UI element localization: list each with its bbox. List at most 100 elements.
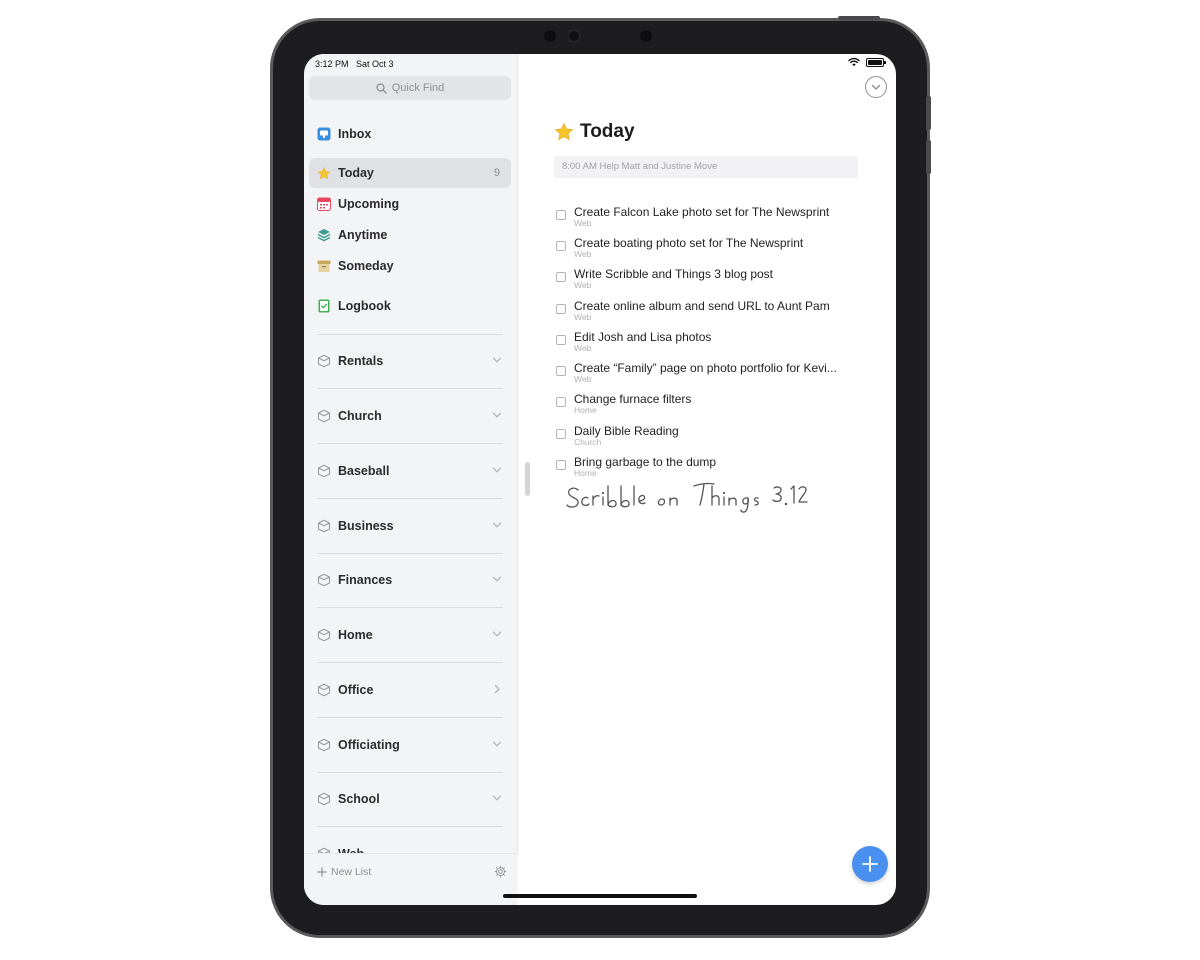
chevron-right-icon[interactable] (492, 684, 502, 694)
collapse-button[interactable] (865, 76, 887, 98)
screen: Quick Find Inbox Today 9 Upcoming Anytim… (304, 54, 896, 905)
task-row[interactable]: Create boating photo set for The Newspri… (556, 236, 861, 266)
chevron-down-icon[interactable] (492, 355, 502, 365)
area-label: Business (338, 519, 394, 533)
area-school[interactable]: School (309, 784, 511, 814)
chevron-down-icon[interactable] (492, 793, 502, 803)
sidebar-item-label: Today (338, 166, 374, 180)
power-button (838, 16, 880, 20)
task-area: Home (574, 468, 597, 478)
sidebar-item-logbook[interactable]: Logbook (309, 291, 511, 321)
area-label: Finances (338, 573, 393, 587)
chevron-down-icon[interactable] (492, 739, 502, 749)
sidebar-item-upcoming[interactable]: Upcoming (309, 189, 511, 219)
task-checkbox[interactable] (556, 304, 566, 314)
area-cube-icon (317, 573, 331, 587)
task-row[interactable]: Edit Josh and Lisa photos Web (556, 330, 861, 360)
area-finances[interactable]: Finances (309, 565, 511, 595)
plus-icon (862, 856, 878, 872)
sidebar: Quick Find Inbox Today 9 Upcoming Anytim… (304, 54, 518, 905)
task-checkbox[interactable] (556, 335, 566, 345)
chevron-down-icon[interactable] (492, 520, 502, 530)
area-home[interactable]: Home (309, 620, 511, 650)
sensor-icon (640, 30, 652, 42)
add-task-button[interactable] (852, 846, 888, 882)
chevron-down-icon[interactable] (492, 629, 502, 639)
settings-gear-icon[interactable] (494, 865, 507, 878)
task-title: Write Scribble and Things 3 blog post (574, 267, 774, 281)
task-checkbox[interactable] (556, 397, 566, 407)
sidebar-item-someday[interactable]: Someday (309, 251, 511, 281)
sidebar-item-inbox[interactable]: Inbox (309, 119, 511, 149)
layers-icon (317, 228, 331, 242)
area-cube-icon (317, 792, 331, 806)
task-row[interactable]: Write Scribble and Things 3 blog post We… (556, 267, 861, 297)
page-title: Today (554, 121, 635, 143)
task-area: Web (574, 280, 592, 290)
quick-find-search[interactable]: Quick Find (309, 76, 511, 100)
handwriting-ink[interactable] (566, 478, 816, 518)
task-checkbox[interactable] (556, 429, 566, 439)
area-baseball[interactable]: Baseball (309, 456, 511, 486)
volume-button (926, 96, 931, 130)
task-row[interactable]: Create online album and send URL to Aunt… (556, 299, 861, 329)
area-label: Officiating (338, 738, 400, 752)
sidebar-divider (317, 553, 503, 554)
sidebar-item-today[interactable]: Today 9 (309, 158, 511, 188)
task-checkbox[interactable] (556, 272, 566, 282)
task-checkbox[interactable] (556, 460, 566, 470)
new-list-button[interactable]: New List (317, 866, 371, 878)
archive-box-icon (317, 259, 331, 273)
main-content: Today 8:00 AM Help Matt and Justine Move… (518, 54, 896, 905)
volume-button (926, 140, 931, 174)
sidebar-divider (317, 717, 503, 718)
task-area: Web (574, 312, 592, 322)
task-row[interactable]: Create “Family” page on photo portfolio … (556, 361, 861, 391)
sidebar-divider (317, 662, 503, 663)
task-area: Web (574, 249, 592, 259)
star-icon (554, 122, 574, 141)
area-business[interactable]: Business (309, 511, 511, 541)
task-title: Bring garbage to the dump (574, 455, 717, 469)
area-label: Baseball (338, 464, 390, 478)
task-title: Create Falcon Lake photo set for The New… (574, 205, 830, 219)
sidebar-item-label: Logbook (338, 299, 391, 313)
calendar-event[interactable]: 8:00 AM Help Matt and Justine Move (554, 156, 858, 178)
sidebar-divider (317, 826, 503, 827)
sidebar-item-label: Inbox (338, 127, 372, 141)
search-placeholder: Quick Find (391, 82, 445, 94)
area-cube-icon (317, 354, 331, 368)
sidebar-item-anytime[interactable]: Anytime (309, 220, 511, 250)
home-indicator[interactable] (503, 894, 697, 898)
area-office[interactable]: Office (309, 675, 511, 705)
sidebar-item-label: Upcoming (338, 197, 400, 211)
area-label: Rentals (338, 354, 384, 368)
task-checkbox[interactable] (556, 241, 566, 251)
chevron-down-icon[interactable] (492, 410, 502, 420)
plus-icon (317, 867, 327, 877)
task-checkbox[interactable] (556, 366, 566, 376)
area-cube-icon (317, 464, 331, 478)
task-row[interactable]: Daily Bible Reading Church (556, 424, 861, 454)
area-label: Home (338, 628, 373, 642)
task-title: Edit Josh and Lisa photos (574, 330, 712, 344)
task-checkbox[interactable] (556, 210, 566, 220)
task-title: Change furnace filters (574, 392, 692, 406)
chevron-down-icon[interactable] (492, 465, 502, 475)
task-title: Create “Family” page on photo portfolio … (574, 361, 837, 375)
chevron-down-icon[interactable] (492, 574, 502, 584)
camera-array (540, 28, 660, 44)
sidebar-divider (317, 334, 503, 335)
area-rentals[interactable]: Rentals (309, 346, 511, 376)
logbook-icon (317, 299, 331, 313)
inbox-icon (317, 127, 331, 141)
task-row[interactable]: Create Falcon Lake photo set for The New… (556, 205, 861, 235)
front-camera-icon (567, 29, 581, 43)
task-row[interactable]: Change furnace filters Home (556, 392, 861, 422)
area-officiating[interactable]: Officiating (309, 730, 511, 760)
area-church[interactable]: Church (309, 401, 511, 431)
sensor-dot-icon (594, 34, 598, 38)
status-time: 3:12 PM (315, 59, 349, 69)
area-cube-icon (317, 519, 331, 533)
sidebar-item-label: Anytime (338, 228, 388, 242)
